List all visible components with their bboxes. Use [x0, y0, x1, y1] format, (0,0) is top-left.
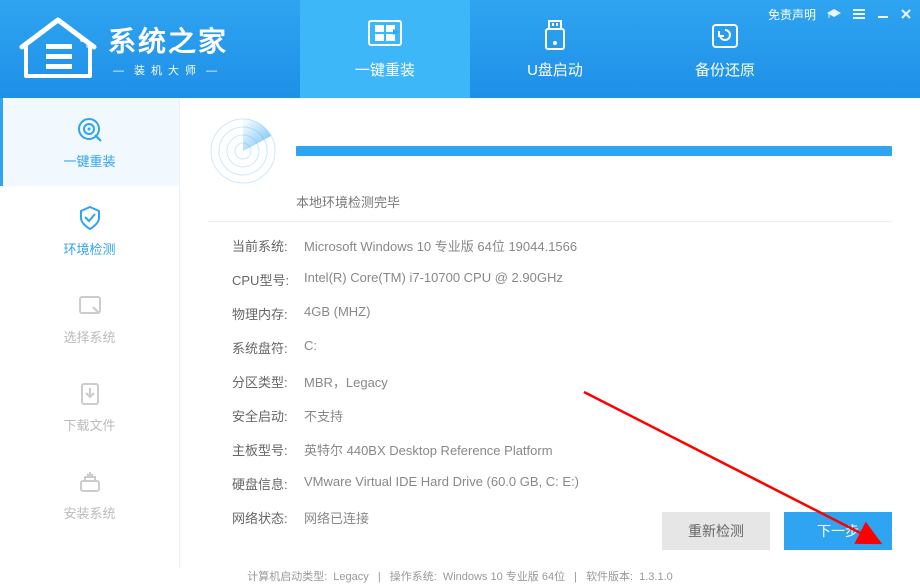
tab-label: 一键重装 [355, 59, 415, 80]
target-icon [75, 115, 105, 145]
minimize-icon[interactable] [876, 7, 890, 23]
restore-icon [705, 19, 745, 53]
footer-os-label: 操作系统: [390, 571, 437, 583]
info-row-secureboot: 安全启动:不支持 [232, 406, 892, 425]
windows-reinstall-icon [365, 19, 405, 53]
progress-bar [296, 146, 892, 156]
close-icon[interactable] [900, 7, 912, 23]
disclaimer-link[interactable]: 免责声明 [768, 6, 816, 23]
sidebar-item-label: 选择系统 [63, 327, 115, 346]
footer-os-value: Windows 10 专业版 64位 [443, 571, 565, 583]
status-bar: 计算机启动类型:Legacy | 操作系统:Windows 10 专业版 64位… [0, 568, 920, 580]
sidebar-item-label: 安装系统 [63, 503, 115, 522]
logo-title: 系统之家 [108, 20, 228, 60]
radar-icon [208, 116, 278, 186]
info-row-os: 当前系统:Microsoft Windows 10 专业版 64位 19044.… [232, 236, 892, 255]
info-row-partition: 分区类型:MBR，Legacy [232, 372, 892, 391]
footer-version-label: 软件版本: [586, 571, 633, 583]
tab-usb-boot[interactable]: U盘启动 [470, 0, 640, 98]
sidebar-item-env-check[interactable]: 环境检测 [0, 186, 179, 274]
logo-area: 系统之家 装机大师 [0, 14, 300, 84]
sidebar: 一键重装 环境检测 选择系统 下载文件 安装系统 [0, 98, 180, 568]
info-row-sysdrive: 系统盘符:C: [232, 338, 892, 357]
footer-version-value: 1.3.1.0 [639, 571, 673, 583]
usb-icon [535, 19, 575, 53]
house-logo-icon [18, 14, 98, 84]
graduation-icon[interactable] [826, 7, 842, 23]
system-info-list: 当前系统:Microsoft Windows 10 专业版 64位 19044.… [208, 236, 892, 527]
sidebar-item-install[interactable]: 安装系统 [0, 450, 179, 538]
divider [208, 221, 892, 222]
next-button[interactable]: 下一步 [784, 512, 892, 550]
install-icon [75, 467, 105, 497]
logo-subtitle: 装机大师 [108, 62, 228, 78]
menu-icon[interactable] [852, 7, 866, 23]
tab-label: 备份还原 [695, 59, 755, 80]
info-row-disk: 硬盘信息:VMware Virtual IDE Hard Drive (60.0… [232, 474, 892, 493]
status-text: 本地环境检测完毕 [296, 192, 892, 211]
info-row-cpu: CPU型号:Intel(R) Core(TM) i7-10700 CPU @ 2… [232, 270, 892, 289]
tab-label: U盘启动 [527, 59, 583, 80]
select-system-icon [75, 291, 105, 321]
sidebar-item-select-system[interactable]: 选择系统 [0, 274, 179, 362]
sidebar-item-reinstall[interactable]: 一键重装 [0, 98, 179, 186]
info-row-motherboard: 主板型号:英特尔 440BX Desktop Reference Platfor… [232, 440, 892, 459]
recheck-button[interactable]: 重新检测 [662, 512, 770, 550]
footer-boot-label: 计算机启动类型: [247, 571, 327, 583]
tab-reinstall[interactable]: 一键重装 [300, 0, 470, 98]
shield-check-icon [75, 203, 105, 233]
info-row-memory: 物理内存:4GB (MHZ) [232, 304, 892, 323]
sidebar-item-label: 下载文件 [63, 415, 115, 434]
download-icon [75, 379, 105, 409]
sidebar-item-download[interactable]: 下载文件 [0, 362, 179, 450]
app-header: 系统之家 装机大师 一键重装 U盘启动 备份还原 免责声明 [0, 0, 920, 98]
sidebar-item-label: 环境检测 [63, 239, 115, 258]
window-controls: 免责声明 [768, 6, 912, 23]
main-content: 本地环境检测完毕 当前系统:Microsoft Windows 10 专业版 6… [180, 98, 920, 568]
sidebar-item-label: 一键重装 [63, 151, 115, 170]
top-tabs: 一键重装 U盘启动 备份还原 [300, 0, 810, 98]
footer-boot-value: Legacy [333, 571, 368, 583]
